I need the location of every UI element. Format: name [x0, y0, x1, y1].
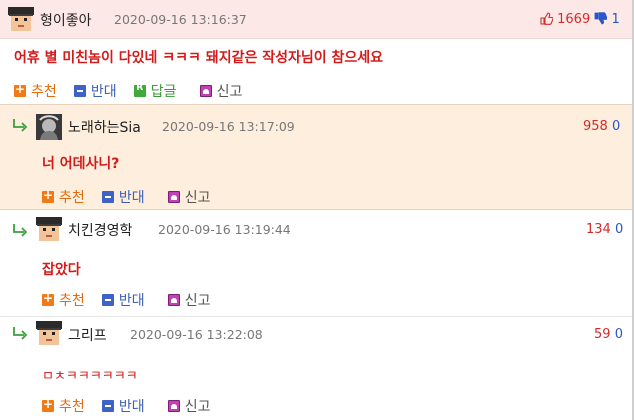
comment-timestamp: 2020-09-16 13:17:09 — [162, 119, 295, 134]
report-button[interactable]: 신고 — [167, 187, 210, 207]
comment-nickname[interactable]: 노래하는Sia — [68, 117, 141, 137]
comment-timestamp: 2020-09-16 13:16:37 — [114, 12, 247, 27]
comment-timestamp: 2020-09-16 13:22:08 — [130, 327, 263, 342]
avatar-icon[interactable] — [36, 217, 62, 243]
reply-item: 치킨경영학 2020-09-16 13:19:44 134 0 잡았다 추천 반… — [0, 210, 634, 317]
reply-arrow-icon — [13, 119, 28, 132]
reply-item: 그리프 2020-09-16 13:22:08 59 0 ㅁㅊㅋㅋㅋㅋㅋㅋ 추천… — [0, 317, 634, 420]
comment-item: 형이좋아 2020-09-16 13:16:37 1669 1 어휴 별 미친놈… — [0, 0, 634, 104]
comment-actions: 추천 반대 신고 — [42, 290, 222, 310]
recommend-button[interactable]: 추천 — [42, 290, 85, 310]
reply-icon — [133, 83, 146, 97]
vote-counts: 134 0 — [586, 222, 623, 237]
siren-icon — [167, 400, 180, 412]
avatar-icon[interactable] — [8, 7, 34, 33]
upvote-count: 958 — [583, 119, 608, 134]
plus-icon — [42, 291, 54, 306]
thumbs-down-icon[interactable] — [594, 12, 608, 25]
comment-text: 어휴 별 미친놈이 다있네 ㅋㅋㅋ 돼지같은 작성자님이 참으세요 — [14, 50, 383, 66]
comment-text: ㅁㅊㅋㅋㅋㅋㅋㅋ — [42, 369, 138, 384]
report-button[interactable]: 신고 — [167, 290, 210, 310]
minus-icon — [101, 191, 114, 203]
upvote-count: 1669 — [557, 12, 591, 27]
downvote-count: 0 — [611, 119, 621, 134]
siren-icon — [199, 85, 212, 97]
siren-icon — [167, 191, 180, 203]
comment-nickname[interactable]: 치킨경영학 — [68, 220, 132, 240]
downvote-count: 1 — [611, 12, 620, 27]
oppose-button[interactable]: 반대 — [101, 290, 145, 310]
vote-counts: 1669 1 — [540, 12, 620, 27]
recommend-button[interactable]: 추천 — [42, 187, 85, 207]
reply-arrow-icon — [13, 327, 28, 340]
oppose-button[interactable]: 반대 — [73, 81, 117, 101]
thumbs-up-icon[interactable] — [540, 12, 553, 25]
comment-actions: 추천 반대 신고 — [42, 187, 222, 207]
siren-icon — [167, 294, 180, 306]
plus-icon — [42, 397, 54, 412]
comment-text: 너 어데사니? — [42, 156, 120, 172]
comment-actions: 추천 반대 신고 — [42, 396, 222, 416]
upvote-count: 59 — [594, 327, 611, 342]
avatar-icon[interactable] — [36, 114, 62, 140]
downvote-count: 0 — [614, 222, 624, 237]
minus-icon — [73, 85, 86, 97]
recommend-button[interactable]: 추천 — [14, 81, 57, 101]
comment-timestamp: 2020-09-16 13:19:44 — [158, 222, 291, 237]
comment-actions: 추천 반대 답글 신고 — [14, 81, 254, 101]
reply-item: 노래하는Sia 2020-09-16 13:17:09 958 0 너 어데사니… — [0, 104, 634, 210]
reply-button[interactable]: 답글 — [133, 81, 176, 101]
comment-header — [0, 0, 634, 39]
vote-counts: 958 0 — [583, 119, 620, 134]
minus-icon — [101, 400, 114, 412]
comment-thread: 형이좋아 2020-09-16 13:16:37 1669 1 어휴 별 미친놈… — [0, 0, 634, 420]
report-button[interactable]: 신고 — [167, 396, 210, 416]
report-button[interactable]: 신고 — [199, 81, 242, 101]
avatar-icon[interactable] — [36, 321, 62, 347]
minus-icon — [101, 294, 114, 306]
oppose-button[interactable]: 반대 — [101, 396, 145, 416]
upvote-count: 134 — [586, 222, 611, 237]
reply-arrow-icon — [13, 224, 28, 237]
plus-icon — [14, 82, 26, 97]
plus-icon — [42, 188, 54, 203]
comment-nickname[interactable]: 그리프 — [68, 325, 107, 345]
downvote-count: 0 — [614, 327, 623, 342]
vote-counts: 59 0 — [594, 327, 623, 342]
recommend-button[interactable]: 추천 — [42, 396, 85, 416]
comment-text: 잡았다 — [42, 262, 81, 278]
oppose-button[interactable]: 반대 — [101, 187, 145, 207]
comment-nickname[interactable]: 형이좋아 — [40, 10, 92, 30]
